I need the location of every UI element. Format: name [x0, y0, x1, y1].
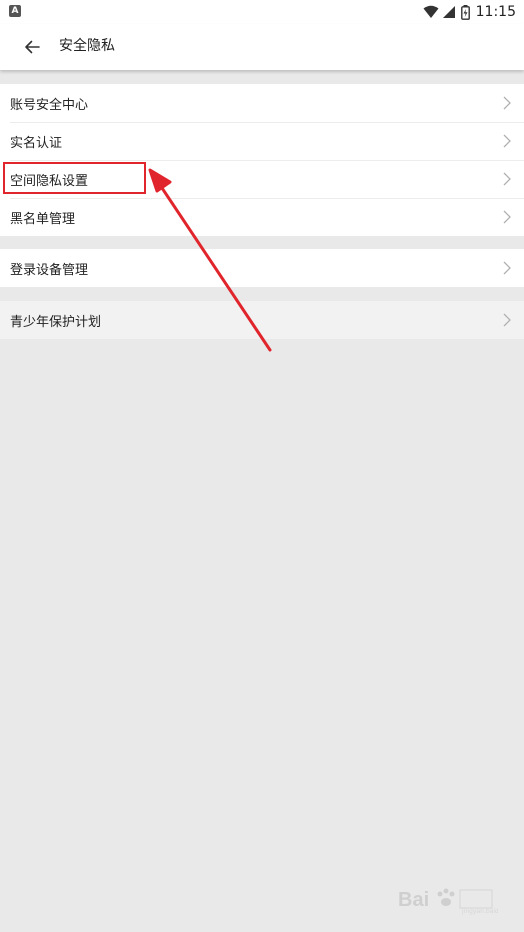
menu-item-login-device-management[interactable]: 登录设备管理	[0, 249, 524, 287]
chevron-right-icon	[503, 210, 511, 224]
menu-item-label: 实名认证	[10, 135, 63, 151]
menu-item-label: 登录设备管理	[10, 262, 89, 278]
back-button[interactable]	[18, 33, 46, 61]
annotation-highlight-box	[3, 162, 146, 194]
status-bar: A 11:15	[0, 0, 524, 24]
chevron-right-icon	[503, 96, 511, 110]
page-title: 安全隐私	[59, 38, 115, 54]
svg-text:Bai: Bai	[398, 889, 429, 911]
menu-item-blacklist-management[interactable]: 黑名单管理	[0, 198, 524, 236]
chevron-right-icon	[503, 134, 511, 148]
settings-group-account: 账号安全中心 实名认证 空间隐私设置 黑名单管理	[0, 84, 524, 236]
wifi-icon	[423, 5, 439, 18]
settings-group-devices: 登录设备管理	[0, 249, 524, 287]
app-bar: 安全隐私	[0, 24, 524, 70]
settings-group-youth: 青少年保护计划	[0, 301, 524, 339]
svg-text:jingyan.baidu.com: jingyan.baidu.com	[461, 908, 498, 915]
status-icons: 11:15	[423, 2, 516, 22]
menu-item-label: 账号安全中心	[10, 97, 89, 113]
menu-item-label: 青少年保护计划	[10, 314, 102, 330]
app-notification-icon: A	[9, 5, 21, 17]
chevron-right-icon	[503, 261, 511, 275]
menu-item-real-name-verification[interactable]: 实名认证	[0, 122, 524, 160]
paw-watermark-icon: Bai jingyan.baidu.com	[398, 888, 498, 915]
screen: A 11:15 安全隐私 账号安全中心 实名认证 空间隐私设置 黑名单管理 登录…	[0, 0, 524, 932]
battery-icon	[460, 4, 470, 20]
menu-item-label: 黑名单管理	[10, 211, 76, 227]
cell-signal-icon	[442, 6, 455, 18]
chevron-right-icon	[503, 172, 511, 186]
status-time: 11:15	[475, 4, 516, 20]
watermark: Bai jingyan.baidu.com	[398, 884, 498, 916]
menu-item-account-security-center[interactable]: 账号安全中心	[0, 84, 524, 122]
back-arrow-icon	[25, 40, 40, 54]
menu-item-youth-protection-plan[interactable]: 青少年保护计划	[0, 301, 524, 339]
chevron-right-icon	[503, 313, 511, 327]
